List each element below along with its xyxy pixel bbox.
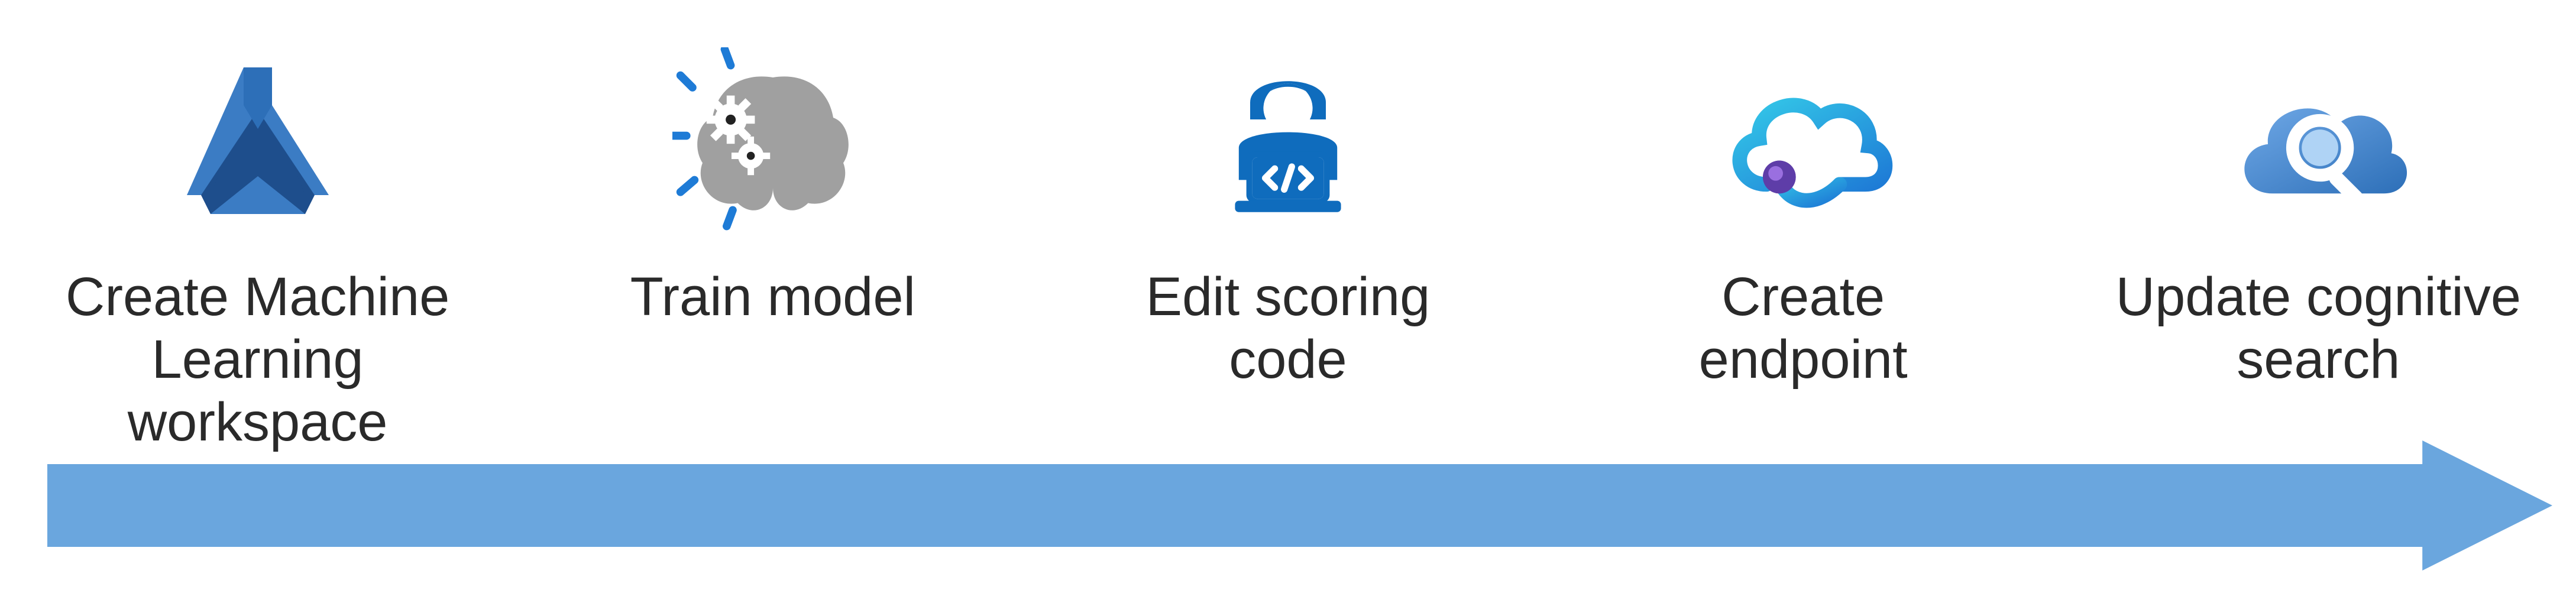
process-flow-diagram: Create MachineLearning workspace	[0, 0, 2576, 606]
step-label: Edit scoringcode	[1146, 266, 1431, 391]
dev-laptop-icon	[1182, 41, 1394, 254]
step-label: Create MachineLearning workspace	[27, 266, 488, 453]
cloud-endpoint-icon	[1697, 41, 1910, 254]
step-create-endpoint: Createendpoint	[1572, 41, 2034, 391]
step-update-cognitive-search: Update cognitivesearch	[2088, 41, 2549, 391]
step-edit-scoring-code: Edit scoringcode	[1057, 41, 1519, 391]
cloud-search-icon	[2212, 41, 2425, 254]
step-train-model: Train model	[542, 41, 1004, 329]
flow-arrow	[47, 440, 2552, 571]
steps-row: Create MachineLearning workspace	[0, 41, 2576, 453]
ml-flask-icon	[151, 41, 364, 254]
step-label: Update cognitivesearch	[2116, 266, 2521, 391]
step-label: Createendpoint	[1699, 266, 1908, 391]
step-create-ml-workspace: Create MachineLearning workspace	[27, 41, 488, 453]
step-label: Train model	[630, 266, 915, 329]
brain-gears-icon	[666, 41, 879, 254]
arrow-shape	[47, 440, 2552, 571]
